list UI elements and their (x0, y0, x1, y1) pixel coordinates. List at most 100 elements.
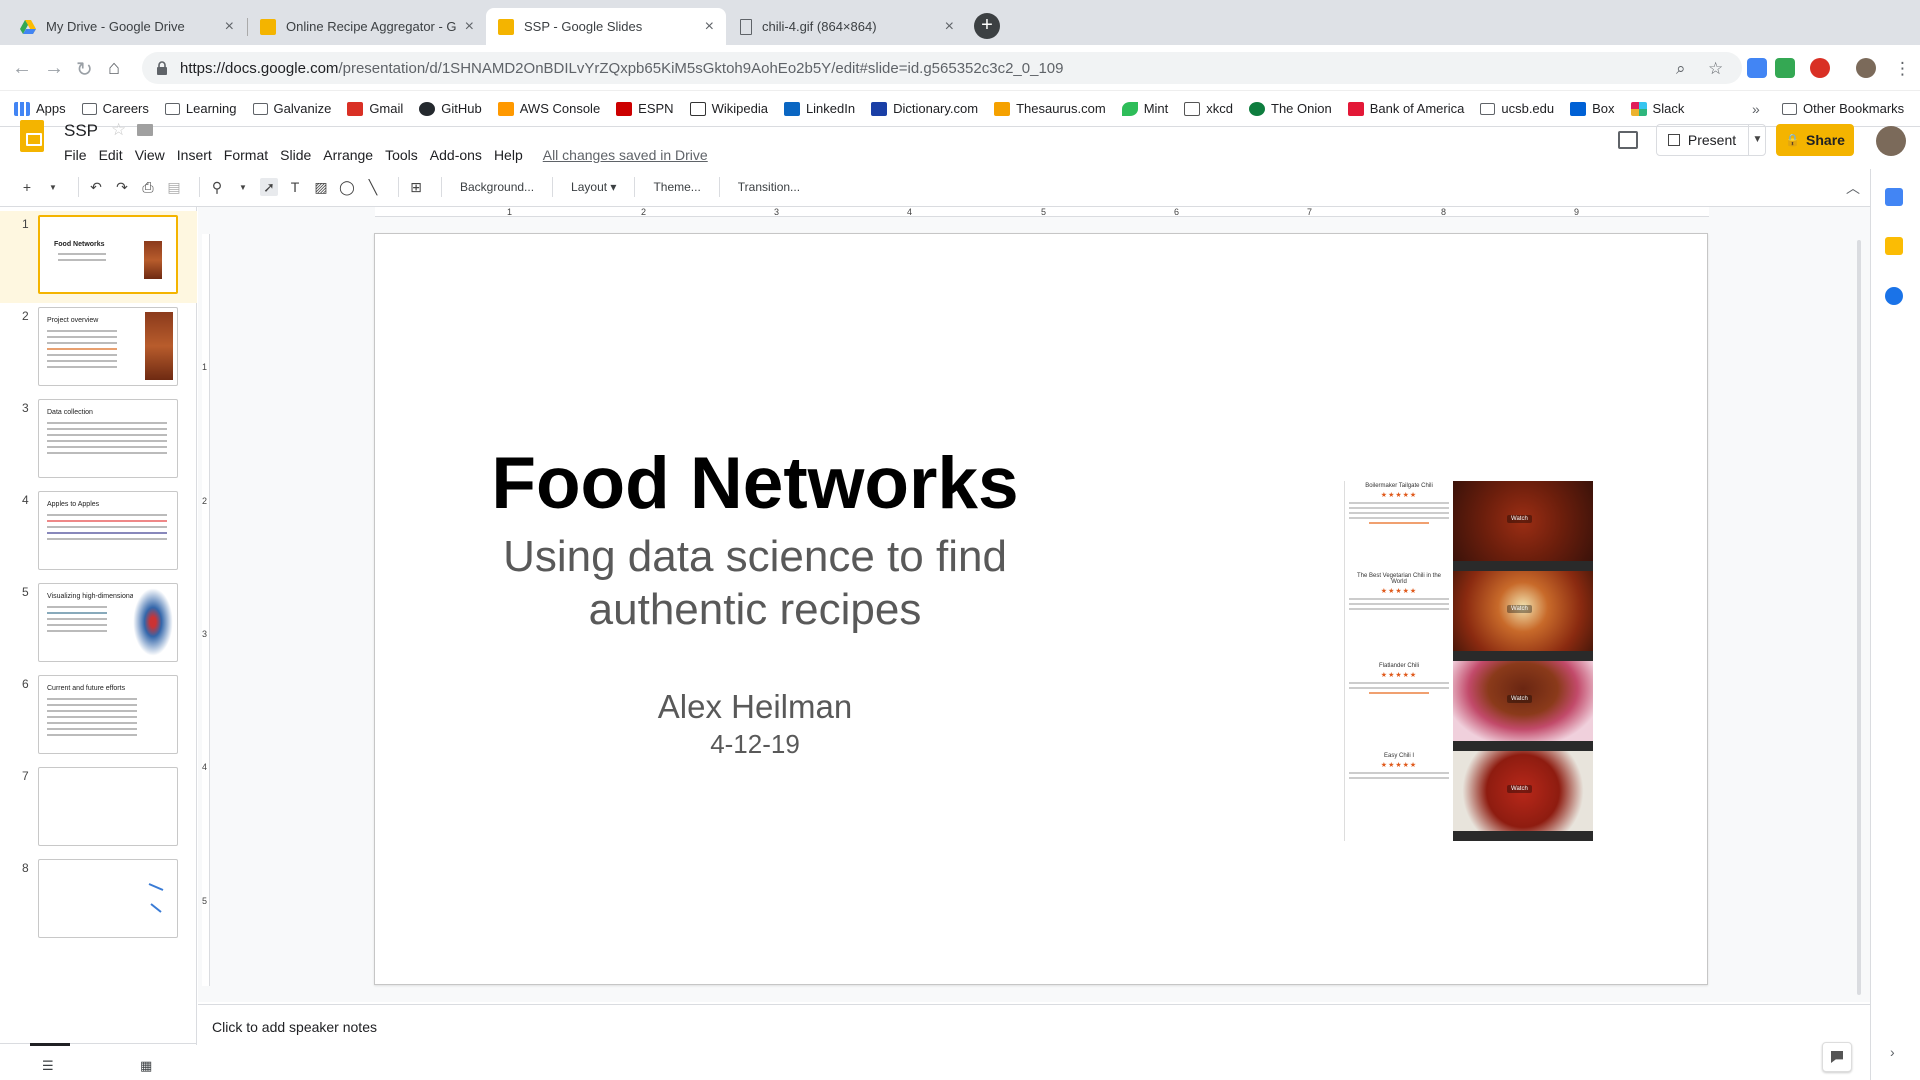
menu-format[interactable]: Format (224, 147, 268, 163)
menu-file[interactable]: File (64, 147, 87, 163)
bookmark-mint[interactable]: Mint (1121, 101, 1168, 116)
redo-icon[interactable]: ↷ (113, 178, 131, 196)
bookmark-wikipedia[interactable]: Wikipedia (689, 101, 768, 116)
document-title[interactable]: SSP (64, 121, 98, 141)
select-cursor-icon[interactable]: ➚ (260, 178, 278, 196)
star-icon[interactable]: ☆ (111, 120, 126, 140)
close-icon[interactable]: × (225, 18, 234, 36)
explore-icon[interactable] (1822, 1042, 1852, 1072)
translate-extension-icon[interactable] (1747, 58, 1767, 78)
comment-add-icon[interactable]: ⊞ (407, 178, 425, 196)
speaker-notes[interactable]: Click to add speaker notes (198, 1004, 1870, 1080)
move-to-folder-icon[interactable] (137, 124, 153, 136)
bookmark-galvanize[interactable]: Galvanize (252, 101, 331, 116)
keep-icon[interactable] (1885, 237, 1903, 255)
transition-button[interactable]: Transition... (738, 180, 800, 194)
back-icon[interactable]: ← (12, 57, 32, 80)
bookmark-slack[interactable]: Slack (1630, 101, 1684, 116)
filmstrip-slide[interactable]: 4 Apples to Apples (0, 487, 197, 579)
filmstrip-slide[interactable]: 5 Visualizing high-dimensional data (0, 579, 197, 671)
menu-arrange[interactable]: Arrange (323, 147, 373, 163)
bookmark-learning[interactable]: Learning (164, 101, 237, 116)
bookmark-careers[interactable]: Careers (81, 101, 149, 116)
bookmark-dictionary[interactable]: Dictionary.com (871, 101, 978, 116)
slide-author[interactable]: Alex Heilman (470, 688, 1040, 726)
close-icon[interactable]: × (465, 18, 474, 36)
slide-title[interactable]: Food Networks (470, 442, 1040, 525)
bookmark-box[interactable]: Box (1570, 101, 1615, 116)
comment-history-icon[interactable] (1618, 131, 1638, 149)
filmstrip-slide[interactable]: 1 Food Networks (0, 211, 197, 303)
bookmark-linkedin[interactable]: LinkedIn (783, 101, 855, 116)
menu-view[interactable]: View (135, 147, 165, 163)
bookmark-thesaurus[interactable]: Thesaurus.com (994, 101, 1106, 116)
chevron-up-icon[interactable]: ︿ (1846, 178, 1860, 198)
shape-icon[interactable]: ◯ (338, 178, 356, 196)
tab-my-drive[interactable]: My Drive - Google Drive × (8, 8, 246, 45)
image-icon[interactable]: ▨ (312, 178, 330, 196)
bookmark-aws[interactable]: AWS Console (497, 101, 600, 116)
save-status[interactable]: All changes saved in Drive (543, 147, 708, 163)
editor-scrollbar[interactable] (1857, 240, 1861, 995)
bookmark-espn[interactable]: ESPN (616, 101, 674, 116)
filmstrip-slide[interactable]: 7 (0, 763, 197, 855)
bookmark-gmail[interactable]: Gmail (347, 101, 403, 116)
forward-icon[interactable]: → (44, 57, 64, 80)
share-button[interactable]: 🔒 Share (1776, 124, 1854, 156)
bookmark-ucsb[interactable]: ucsb.edu (1480, 101, 1554, 116)
tab-ssp-slides[interactable]: SSP - Google Slides × (486, 8, 726, 45)
bookmark-other-bookmarks[interactable]: Other Bookmarks (1782, 101, 1904, 116)
close-icon[interactable]: × (705, 18, 714, 36)
extension-icon[interactable] (1810, 58, 1830, 78)
slide-subtitle[interactable]: Using data science to find authentic rec… (470, 530, 1040, 636)
slide-date[interactable]: 4-12-19 (470, 729, 1040, 760)
address-bar[interactable]: https://docs.google.com/presentation/d/1… (142, 52, 1742, 84)
filmstrip-slide[interactable]: 6 Current and future efforts (0, 671, 197, 763)
text-box-icon[interactable]: T (286, 178, 304, 196)
account-avatar[interactable] (1876, 126, 1906, 156)
bookmark-bank-of-america[interactable]: Bank of America (1347, 101, 1464, 116)
background-button[interactable]: Background... (460, 180, 534, 194)
bookmark-github[interactable]: GitHub (419, 101, 482, 116)
bookmark-the-onion[interactable]: The Onion (1249, 101, 1332, 116)
grid-view-icon[interactable]: ▦ (140, 1058, 152, 1074)
chevron-right-icon[interactable]: › (1890, 1044, 1895, 1060)
close-icon[interactable]: × (945, 18, 954, 36)
filmstrip-slide[interactable]: 2 Project overview (0, 303, 197, 395)
menu-help[interactable]: Help (494, 147, 523, 163)
tab-recipe-aggregator[interactable]: Online Recipe Aggregator - Go × (248, 8, 486, 45)
calendar-icon[interactable] (1885, 188, 1903, 206)
bookmark-star-icon[interactable]: ☆ (1708, 59, 1723, 79)
menu-tools[interactable]: Tools (385, 147, 418, 163)
browser-menu-icon[interactable]: ⋮ (1894, 59, 1911, 79)
tab-chili-gif[interactable]: chili-4.gif (864×864) × (728, 8, 966, 45)
paint-format-icon[interactable]: ▤ (165, 178, 183, 196)
menu-edit[interactable]: Edit (99, 147, 123, 163)
zoom-dropdown-icon[interactable]: ▼ (234, 178, 252, 196)
bookmark-xkcd[interactable]: xkcd (1184, 101, 1233, 116)
zoom-icon[interactable]: ⌕ (1676, 59, 1686, 79)
recipe-screenshot-image[interactable]: Boilermaker Tailgate Chili ★★★★★ Watch T… (1344, 481, 1593, 841)
menu-add-ons[interactable]: Add-ons (430, 147, 482, 163)
profile-avatar-icon[interactable] (1856, 58, 1876, 78)
menu-slide[interactable]: Slide (280, 147, 311, 163)
zoom-icon[interactable]: ⚲ (208, 178, 226, 196)
line-icon[interactable]: ╲ (364, 178, 382, 196)
tasks-icon[interactable] (1885, 287, 1903, 305)
new-tab-button[interactable]: + (974, 13, 1000, 39)
filmstrip-view-icon[interactable]: ☰ (42, 1058, 54, 1074)
new-slide-dropdown-icon[interactable]: ▼ (44, 178, 62, 196)
google-slides-logo[interactable] (20, 120, 44, 152)
filmstrip-slide[interactable]: 8 (0, 855, 197, 947)
layout-button[interactable]: Layout ▾ (571, 180, 616, 194)
drive-extension-icon[interactable] (1775, 58, 1795, 78)
new-slide-icon[interactable]: + (18, 178, 36, 196)
menu-insert[interactable]: Insert (177, 147, 212, 163)
present-options-dropdown[interactable]: ▼ (1748, 124, 1766, 156)
undo-icon[interactable]: ↶ (87, 178, 105, 196)
home-icon[interactable]: ⌂ (108, 57, 120, 80)
reload-icon[interactable]: ↻ (76, 57, 93, 82)
theme-button[interactable]: Theme... (653, 180, 700, 194)
bookmarks-overflow-icon[interactable]: » (1752, 101, 1760, 117)
print-icon[interactable]: ⎙ (139, 178, 157, 196)
